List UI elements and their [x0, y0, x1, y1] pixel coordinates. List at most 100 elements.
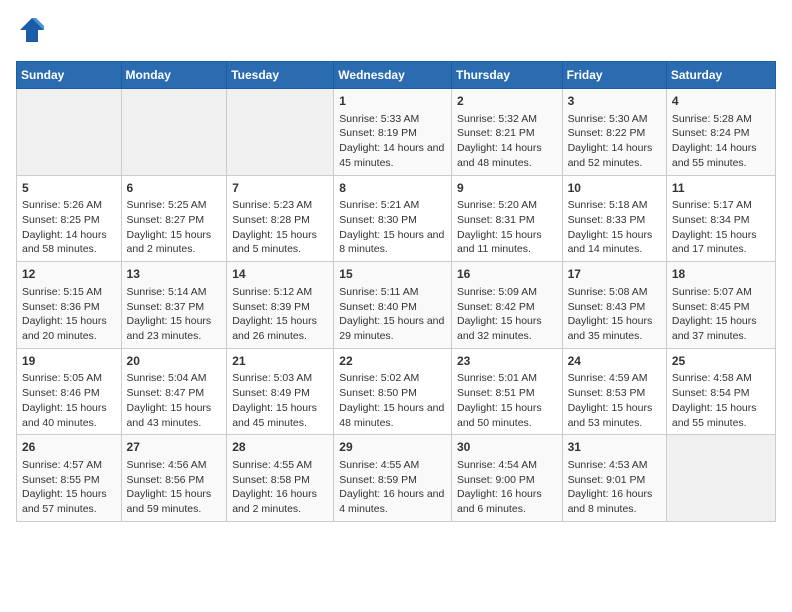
day-number: 20 — [127, 353, 222, 370]
calendar-cell: 22Sunrise: 5:02 AMSunset: 8:50 PMDayligh… — [334, 348, 452, 435]
day-info-line: Daylight: 16 hours and 6 minutes. — [457, 487, 557, 516]
day-info-line: Sunset: 8:31 PM — [457, 213, 557, 228]
day-info-line: Sunrise: 5:03 AM — [232, 371, 328, 386]
day-info-line: Daylight: 16 hours and 8 minutes. — [568, 487, 661, 516]
calendar-cell: 12Sunrise: 5:15 AMSunset: 8:36 PMDayligh… — [17, 262, 122, 349]
day-info-line: Sunrise: 5:33 AM — [339, 112, 446, 127]
day-number: 9 — [457, 180, 557, 197]
calendar-cell: 31Sunrise: 4:53 AMSunset: 9:01 PMDayligh… — [562, 435, 666, 522]
day-info-line: Sunset: 8:25 PM — [22, 213, 116, 228]
day-info-line: Sunset: 8:59 PM — [339, 473, 446, 488]
calendar-cell: 21Sunrise: 5:03 AMSunset: 8:49 PMDayligh… — [227, 348, 334, 435]
calendar-cell — [227, 89, 334, 176]
day-info-line: Sunrise: 5:28 AM — [672, 112, 770, 127]
day-info-line: Daylight: 14 hours and 48 minutes. — [457, 141, 557, 170]
day-number: 1 — [339, 93, 446, 110]
day-info-line: Daylight: 15 hours and 23 minutes. — [127, 314, 222, 343]
day-info-line: Sunset: 8:55 PM — [22, 473, 116, 488]
day-info-line: Sunset: 8:58 PM — [232, 473, 328, 488]
header — [16, 16, 776, 49]
calendar-cell: 29 Sunrise: 4:55 AMSunset: 8:59 PMDayligh… — [334, 435, 452, 522]
day-info-line: Daylight: 15 hours and 2 minutes. — [127, 228, 222, 257]
day-info-line: Daylight: 14 hours and 52 minutes. — [568, 141, 661, 170]
weekday-header-tuesday: Tuesday — [227, 62, 334, 89]
day-info-line: Sunrise: 5:32 AM — [457, 112, 557, 127]
day-info-line: Daylight: 15 hours and 53 minutes. — [568, 401, 661, 430]
day-info-line: Sunrise: 4:56 AM — [127, 458, 222, 473]
day-info-line: Sunset: 8:51 PM — [457, 386, 557, 401]
day-info-line: Sunset: 8:22 PM — [568, 126, 661, 141]
day-number: 22 — [339, 353, 446, 370]
day-info-line: Sunset: 8:40 PM — [339, 300, 446, 315]
day-number: 26 — [22, 439, 116, 456]
day-number: 17 — [568, 266, 661, 283]
day-info-line: Daylight: 16 hours and 4 minutes. — [339, 487, 446, 516]
day-info-line: Sunset: 8:34 PM — [672, 213, 770, 228]
day-info-line: Sunrise: 5:17 AM — [672, 198, 770, 213]
day-info-line: Sunrise: 5:20 AM — [457, 198, 557, 213]
day-info-line: Sunrise: 4:57 AM — [22, 458, 116, 473]
day-info-line: Daylight: 15 hours and 11 minutes. — [457, 228, 557, 257]
day-info-line: Daylight: 14 hours and 55 minutes. — [672, 141, 770, 170]
day-info-line: Sunset: 8:46 PM — [22, 386, 116, 401]
day-info-line: Sunrise: 4:54 AM — [457, 458, 557, 473]
calendar-cell: 5Sunrise: 5:26 AMSunset: 8:25 PMDaylight… — [17, 175, 122, 262]
weekday-header-sunday: Sunday — [17, 62, 122, 89]
day-number: 25 — [672, 353, 770, 370]
day-info-line: Sunset: 8:45 PM — [672, 300, 770, 315]
day-info-line: Sunset: 8:24 PM — [672, 126, 770, 141]
calendar-cell: 27Sunrise: 4:56 AMSunset: 8:56 PMDayligh… — [121, 435, 227, 522]
day-info-line: Sunrise: 4:55 AM — [339, 458, 446, 473]
calendar-cell — [17, 89, 122, 176]
day-info-line: Daylight: 15 hours and 45 minutes. — [232, 401, 328, 430]
day-info-line: Sunset: 9:01 PM — [568, 473, 661, 488]
day-info-line: Sunrise: 5:21 AM — [339, 198, 446, 213]
day-number: 10 — [568, 180, 661, 197]
day-info-line: Sunrise: 5:23 AM — [232, 198, 328, 213]
calendar-cell: 11Sunrise: 5:17 AMSunset: 8:34 PMDayligh… — [666, 175, 775, 262]
day-info-line: Daylight: 15 hours and 40 minutes. — [22, 401, 116, 430]
day-number: 4 — [672, 93, 770, 110]
day-number: 21 — [232, 353, 328, 370]
calendar-cell: 30Sunrise: 4:54 AMSunset: 9:00 PMDayligh… — [451, 435, 562, 522]
day-info-line: Sunset: 8:56 PM — [127, 473, 222, 488]
day-info-line: Sunset: 8:27 PM — [127, 213, 222, 228]
day-info-line: Sunrise: 5:01 AM — [457, 371, 557, 386]
day-info-line: Sunrise: 5:11 AM — [339, 285, 446, 300]
day-number: 29 — [339, 439, 446, 456]
day-info-line: Sunrise: 5:15 AM — [22, 285, 116, 300]
weekday-header-wednesday: Wednesday — [334, 62, 452, 89]
day-info-line: Sunrise: 5:07 AM — [672, 285, 770, 300]
weekday-header-friday: Friday — [562, 62, 666, 89]
day-number: 12 — [22, 266, 116, 283]
calendar-cell: 10Sunrise: 5:18 AMSunset: 8:33 PMDayligh… — [562, 175, 666, 262]
calendar-cell: 17Sunrise: 5:08 AMSunset: 8:43 PMDayligh… — [562, 262, 666, 349]
day-number: 6 — [127, 180, 222, 197]
day-info-line: Sunrise: 5:05 AM — [22, 371, 116, 386]
day-number: 23 — [457, 353, 557, 370]
calendar-cell: 26Sunrise: 4:57 AMSunset: 8:55 PMDayligh… — [17, 435, 122, 522]
calendar-cell: 15Sunrise: 5:11 AMSunset: 8:40 PMDayligh… — [334, 262, 452, 349]
calendar-cell: 23Sunrise: 5:01 AMSunset: 8:51 PMDayligh… — [451, 348, 562, 435]
day-number: 15 — [339, 266, 446, 283]
day-info-line: Sunrise: 5:26 AM — [22, 198, 116, 213]
day-info-line: Daylight: 15 hours and 37 minutes. — [672, 314, 770, 343]
day-info-line: Daylight: 14 hours and 58 minutes. — [22, 228, 116, 257]
day-number: 2 — [457, 93, 557, 110]
weekday-header-monday: Monday — [121, 62, 227, 89]
day-info-line: Sunrise: 5:14 AM — [127, 285, 222, 300]
calendar-cell: 19Sunrise: 5:05 AMSunset: 8:46 PMDayligh… — [17, 348, 122, 435]
calendar-cell: 14Sunrise: 5:12 AMSunset: 8:39 PMDayligh… — [227, 262, 334, 349]
day-info-line: Sunrise: 5:08 AM — [568, 285, 661, 300]
day-info-line: Sunrise: 5:04 AM — [127, 371, 222, 386]
calendar-week-2: 5Sunrise: 5:26 AMSunset: 8:25 PMDaylight… — [17, 175, 776, 262]
day-info-line: Daylight: 16 hours and 2 minutes. — [232, 487, 328, 516]
calendar-week-5: 26 Sunrise: 4:57 AMSunset: 8:55 PM Dayligh… — [17, 435, 776, 522]
logo-icon — [18, 16, 46, 44]
day-number: 13 — [127, 266, 222, 283]
day-info-line: Daylight: 15 hours and 35 minutes. — [568, 314, 661, 343]
day-number: 7 — [232, 180, 328, 197]
day-number: 27 — [127, 439, 222, 456]
logo — [16, 16, 46, 49]
calendar-cell — [121, 89, 227, 176]
